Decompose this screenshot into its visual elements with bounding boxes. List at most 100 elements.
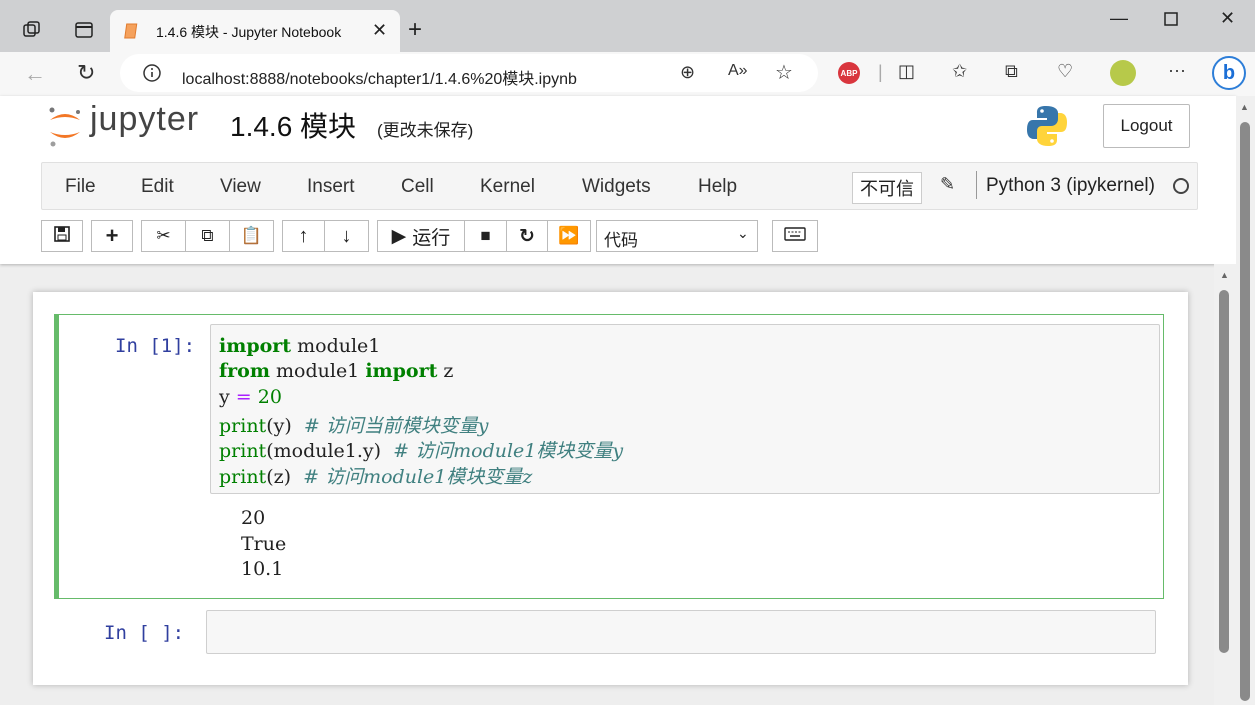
collections-icon[interactable]: ⧉ xyxy=(1005,61,1018,82)
scissors-icon: ✂ xyxy=(156,226,171,245)
read-aloud-icon[interactable]: A» xyxy=(728,62,748,80)
split-screen-icon[interactable]: ◫ xyxy=(898,61,915,82)
new-tab-button[interactable]: + xyxy=(408,16,422,44)
browser-tab-active[interactable]: 1.4.6 模块 - Jupyter Notebook ✕ xyxy=(110,10,400,52)
insert-cell-button[interactable]: + xyxy=(91,220,133,252)
restart-run-all-button[interactable]: ⏩ xyxy=(547,220,591,252)
favorite-star-icon[interactable]: ☆ xyxy=(775,60,793,85)
workspaces-icon[interactable] xyxy=(20,18,44,42)
minimize-icon[interactable]: — xyxy=(1110,8,1128,29)
edit-pencil-icon[interactable]: ✎ xyxy=(940,174,955,195)
notebook-scrollbar-thumb[interactable] xyxy=(1219,290,1229,653)
code-line: print(module1.y) # 访问module1模块变量y xyxy=(219,436,623,463)
browser-essentials-icon[interactable]: ♡ xyxy=(1057,61,1073,82)
python-logo-icon xyxy=(1025,104,1069,153)
bing-copilot-icon[interactable]: b xyxy=(1212,56,1246,90)
move-down-button[interactable]: ↓ xyxy=(324,220,369,252)
menu-file[interactable]: File xyxy=(65,176,96,198)
code-token: from module1 import z xyxy=(219,360,454,382)
code-line: y = 20 xyxy=(219,386,282,408)
cell-type-value: 代码 xyxy=(604,231,638,250)
menu-edit[interactable]: Edit xyxy=(141,176,174,198)
interrupt-button[interactable]: ■ xyxy=(464,220,507,252)
adblock-icon[interactable]: ABP xyxy=(838,62,860,84)
cell-type-select[interactable]: 代码 ⌄ xyxy=(596,220,758,252)
empty-code-editor[interactable] xyxy=(206,610,1156,654)
notebook-favicon-icon xyxy=(124,22,140,45)
jupyter-header: jupyter 1.4.6 模块 (更改未保存) Logout File Edi… xyxy=(0,96,1236,264)
jupyter-logo-icon[interactable] xyxy=(46,104,84,153)
restart-button[interactable]: ↻ xyxy=(506,220,548,252)
save-button[interactable] xyxy=(41,220,83,252)
notebook-container: In [1]: import module1 from module1 impo… xyxy=(33,292,1188,685)
code-editor[interactable]: import module1 from module1 import z y =… xyxy=(210,324,1160,494)
page-scrollbar[interactable]: ▲ xyxy=(1236,96,1255,705)
menu-bar: File Edit View Insert Cell Kernel Widget… xyxy=(41,162,1198,210)
notebook-scrollbar[interactable]: ▲ xyxy=(1214,264,1236,705)
url-bar[interactable]: localhost:8888/notebooks/chapter1/1.4.6%… xyxy=(120,54,818,92)
toolbar-divider: | xyxy=(878,62,883,82)
copy-icon: ⧉ xyxy=(201,226,214,245)
paste-icon: 📋 xyxy=(240,226,263,245)
code-line: print(z) # 访问module1模块变量z xyxy=(219,462,532,489)
input-prompt-empty: In [ ]: xyxy=(104,622,185,644)
scroll-up-icon[interactable]: ▲ xyxy=(1240,102,1249,112)
menu-widgets[interactable]: Widgets xyxy=(582,176,651,198)
code-token: print(y) # 访问当前模块变量y xyxy=(219,415,489,437)
scroll-up-icon[interactable]: ▲ xyxy=(1220,270,1229,280)
output-line: 20 xyxy=(241,507,266,529)
page-scrollbar-thumb[interactable] xyxy=(1240,122,1250,701)
command-palette-button[interactable] xyxy=(772,220,818,252)
restart-icon: ↻ xyxy=(519,225,535,247)
browser-tab-bar: 1.4.6 模块 - Jupyter Notebook ✕ + — ✕ xyxy=(0,0,1255,52)
code-cell-selected[interactable]: In [1]: import module1 from module1 impo… xyxy=(54,314,1164,599)
refresh-icon[interactable]: ↻ xyxy=(77,60,95,86)
menu-cell[interactable]: Cell xyxy=(401,176,434,198)
output-line: True xyxy=(241,533,287,555)
arrow-down-icon: ↓ xyxy=(341,224,352,247)
site-info-icon[interactable] xyxy=(142,63,162,88)
code-token: print(z) # 访问module1模块变量z xyxy=(219,466,533,488)
menu-insert[interactable]: Insert xyxy=(307,176,355,198)
zoom-icon[interactable]: ⊕ xyxy=(680,62,695,83)
favorites-icon[interactable]: ✩ xyxy=(952,61,967,82)
cut-button[interactable]: ✂ xyxy=(141,220,186,252)
play-icon: ▶ xyxy=(391,225,407,247)
window-close-icon[interactable]: ✕ xyxy=(1220,8,1235,29)
maximize-icon[interactable] xyxy=(1164,10,1178,31)
fast-forward-icon: ⏩ xyxy=(558,226,580,245)
jupyter-logo-text[interactable]: jupyter xyxy=(90,100,199,139)
code-token: print(module1.y) # 访问module1模块变量y xyxy=(219,440,624,462)
menu-divider xyxy=(976,171,977,199)
copy-button[interactable]: ⧉ xyxy=(185,220,230,252)
vertical-tabs-icon[interactable] xyxy=(72,18,96,42)
logout-button[interactable]: Logout xyxy=(1103,104,1190,148)
move-up-button[interactable]: ↑ xyxy=(282,220,325,252)
tab-title: 1.4.6 模块 - Jupyter Notebook xyxy=(156,24,342,40)
stop-icon: ■ xyxy=(480,226,491,245)
code-line: import module1 xyxy=(219,335,380,357)
code-token: y = 20 xyxy=(219,386,282,408)
run-label: 运行 xyxy=(412,227,451,249)
save-icon xyxy=(54,225,70,247)
notebook-title[interactable]: 1.4.6 模块 xyxy=(230,105,356,145)
address-toolbar: ← ↻ localhost:8888/notebooks/chapter1/1.… xyxy=(0,52,1255,97)
menu-help[interactable]: Help xyxy=(698,176,737,198)
save-status: (更改未保存) xyxy=(377,121,474,140)
tab-close-icon[interactable]: ✕ xyxy=(372,20,387,41)
arrow-up-icon: ↑ xyxy=(298,224,309,247)
paste-button[interactable]: 📋 xyxy=(229,220,274,252)
more-options-icon[interactable]: ··· xyxy=(1168,60,1186,81)
code-line: from module1 import z xyxy=(219,360,453,382)
menu-kernel[interactable]: Kernel xyxy=(480,176,535,198)
back-icon[interactable]: ← xyxy=(24,61,46,87)
profile-avatar[interactable] xyxy=(1110,60,1136,86)
output-line: 10.1 xyxy=(241,558,284,580)
url-text[interactable]: localhost:8888/notebooks/chapter1/1.4.6%… xyxy=(182,65,577,89)
trust-notebook-button[interactable]: 不可信 xyxy=(852,172,922,204)
menu-view[interactable]: View xyxy=(220,176,261,198)
input-prompt: In [1]: xyxy=(115,335,196,357)
run-button[interactable]: ▶ 运行 xyxy=(377,220,465,252)
plus-icon: + xyxy=(105,223,119,248)
kernel-name[interactable]: Python 3 (ipykernel) xyxy=(986,175,1155,197)
